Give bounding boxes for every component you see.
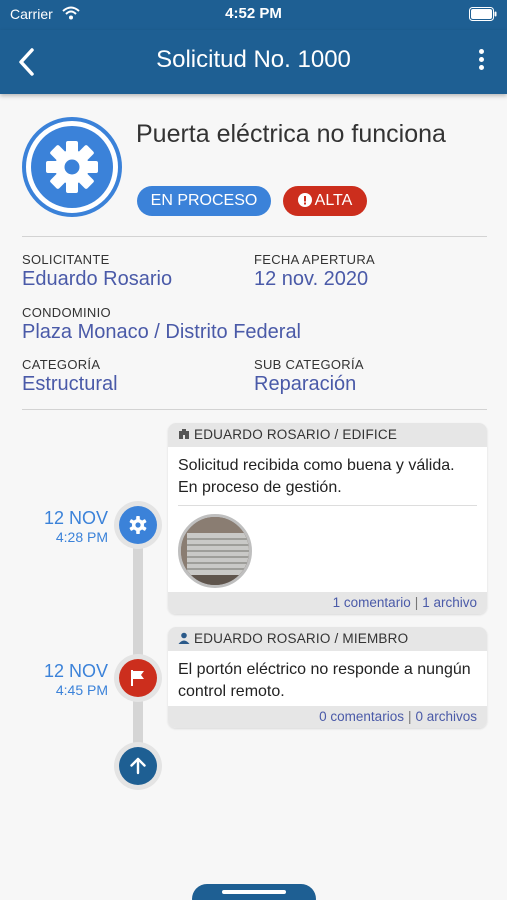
flag-icon [131,670,144,686]
subcategoria-value: Reparación [254,373,357,395]
timeline-time: 4:28 PM [55,529,108,545]
files-link[interactable]: 1 archivo [422,595,477,610]
arrow-up-icon [130,757,146,775]
condominio-value: Plaza Monaco / Distrito Federal [22,321,302,343]
card-footer: 0 comentarios | 0 archivos [168,706,487,728]
more-dot-icon [478,65,484,70]
timeline-node [114,654,162,702]
person-icon [178,632,190,644]
request-title: Puerta eléctrica no funciona [136,120,446,148]
gear-icon [129,516,147,534]
status-bar: Carrier 4:52 PM [0,0,507,30]
building-icon [179,429,189,439]
card-header: EDUARDO ROSARIO / EDIFICE [168,423,487,447]
timeline-day: 12 NOV [43,661,108,681]
divider [178,505,477,506]
card-message: El portón eléctrico no responde a nungún… [178,661,471,700]
timeline-day: 12 NOV [43,508,108,528]
fecha-apertura-label: FECHA APERTURA [254,252,375,267]
battery-icon [469,7,497,21]
status-time: 4:52 PM [225,5,282,22]
card-message: Solicitud recibida como buena y válida. … [178,457,455,496]
card-author: EDUARDO ROSARIO / EDIFICE [194,427,398,442]
card-author: EDUARDO ROSARIO / MIEMBRO [194,631,409,646]
card-header: EDUARDO ROSARIO / MIEMBRO [168,627,487,651]
comments-link[interactable]: 1 comentario [333,595,411,610]
scroll-top-button[interactable] [114,742,162,790]
solicitante-value: Eduardo Rosario [22,268,173,290]
files-link[interactable]: 0 archivos [415,709,477,724]
fecha-apertura-value: 12 nov. 2020 [254,268,369,290]
page-title: Solicitud No. 1000 [156,46,351,73]
gate-photo-image [181,517,249,585]
gear-icon [31,126,113,208]
request-category-icon [22,117,122,217]
alert-icon [297,193,312,207]
card-footer: 1 comentario | 1 archivo [168,592,487,614]
timeline-time: 4:45 PM [55,682,108,698]
subcategoria-label: SUB CATEGORÍA [254,357,364,372]
timeline-date: 12 NOV 4:28 PM [0,508,108,545]
more-dot-icon [478,49,484,54]
categoria-value: Estructural [22,373,118,395]
bottom-sheet-handle[interactable] [192,884,316,900]
nav-bar: Solicitud No. 1000 [0,30,507,94]
condominio-label: CONDOMINIO [22,305,111,320]
home-indicator [222,890,286,894]
timeline-card[interactable]: EDUARDO ROSARIO / MIEMBRO El portón eléc… [168,627,487,728]
status-badge: EN PROCESO [137,186,271,216]
timeline-node [114,501,162,549]
more-dot-icon [478,57,484,62]
priority-badge: ALTA [283,186,367,216]
timeline-line [133,530,143,760]
comments-link[interactable]: 0 comentarios [319,709,404,724]
categoria-label: CATEGORÍA [22,357,101,372]
attachment-thumbnail[interactable] [178,514,252,588]
more-options-button[interactable] [471,46,491,78]
priority-label: ALTA [314,192,353,209]
divider [22,409,487,410]
divider [22,236,487,237]
timeline-card[interactable]: EDUARDO ROSARIO / EDIFICE Solicitud reci… [168,423,487,614]
timeline-date: 12 NOV 4:45 PM [0,661,108,698]
solicitante-label: SOLICITANTE [22,252,110,267]
